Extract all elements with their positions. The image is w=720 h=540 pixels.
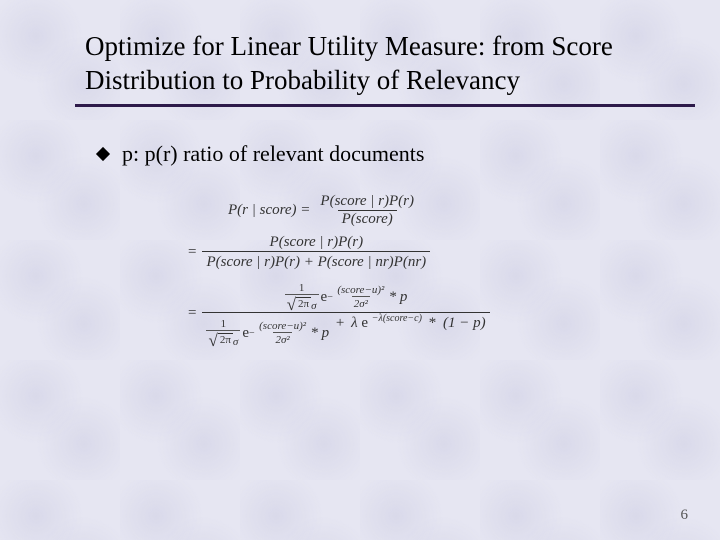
eq2-num: P(score | r)P(r) xyxy=(266,234,368,251)
eq3-fraction: 1 √ 2π σ e − xyxy=(202,279,489,348)
neg: − xyxy=(327,291,333,302)
one-minus-p: (1 − p) xyxy=(443,315,486,331)
star-op-d: * xyxy=(311,325,319,342)
lambda-var: λ xyxy=(351,315,358,331)
p-var: p xyxy=(400,289,408,306)
eq2-fraction: P(score | r)P(r) P(score | r)P(r) + P(sc… xyxy=(202,234,430,271)
gauss-coeff-bot-d: √ 2π σ xyxy=(206,330,240,348)
eq1-num: P(score | r)P(r) xyxy=(316,193,418,210)
plus-op: + xyxy=(336,315,344,331)
gauss-coeff-top-d: 1 xyxy=(219,319,229,330)
diamond-bullet-icon xyxy=(96,146,110,160)
star-op-2: * xyxy=(429,315,437,331)
gauss-coeff-top: 1 xyxy=(297,283,307,294)
page-number: 6 xyxy=(681,507,689,524)
gaussian-term-num: 1 √ 2π σ e − xyxy=(285,283,408,312)
equation-line-3: = 1 √ 2π σ xyxy=(188,279,618,348)
eq1-fraction: P(score | r)P(r) P(score) xyxy=(316,193,418,228)
e-base: e xyxy=(321,289,328,306)
gexp-num-d: (score−u)² xyxy=(257,321,308,332)
gexp-den-d: 2σ² xyxy=(273,332,291,346)
sqrt-icon: √ 2π xyxy=(287,297,311,310)
sigma: σ xyxy=(311,300,316,312)
gexp-frac: (score−u)² 2σ² xyxy=(335,285,386,310)
slide-body: p: p(r) ratio of relevant documents P(r … xyxy=(98,141,670,348)
title-block: Optimize for Linear Utility Measure: fro… xyxy=(85,30,660,107)
gexp-frac-d: (score−u)² 2σ² xyxy=(257,321,308,346)
sqrt-icon-d: √ 2π xyxy=(208,333,232,346)
eq2-den: P(score | r)P(r) + P(score | nr)P(nr) xyxy=(202,251,430,271)
eq3-eqsign: = xyxy=(188,305,196,322)
gauss-coeff-num: 1 √ 2π σ xyxy=(285,283,319,312)
gexp-num: (score−u)² xyxy=(335,285,386,296)
gauss-coeff-den: 1 √ 2π σ xyxy=(206,319,240,348)
bullet-text: p: p(r) ratio of relevant documents xyxy=(122,141,424,167)
gauss-coeff-bot: √ 2π σ xyxy=(285,294,319,312)
equation-line-1: P(r | score) = P(score | r)P(r) P(score) xyxy=(188,193,618,228)
e-base-exp: e xyxy=(361,315,368,331)
sigma-d: σ xyxy=(233,336,238,348)
eq1-lhs: P(r | score) = xyxy=(228,202,310,219)
equation-block: P(r | score) = P(score | r)P(r) P(score)… xyxy=(188,193,618,348)
neg-d: − xyxy=(249,328,255,339)
two-pi: 2π xyxy=(298,298,309,310)
eq1-den: P(score) xyxy=(338,210,397,228)
slide: Optimize for Linear Utility Measure: fro… xyxy=(0,0,720,540)
slide-title: Optimize for Linear Utility Measure: fro… xyxy=(85,30,660,98)
lambda-exponent: −λ(score−c) xyxy=(372,313,422,324)
bullet-item: p: p(r) ratio of relevant documents xyxy=(98,141,670,167)
eq3-den: 1 √ 2π σ e − xyxy=(202,312,489,348)
two-pi-d: 2π xyxy=(220,334,231,346)
eq2-eqsign: = xyxy=(188,244,196,261)
eq3-num: 1 √ 2π σ e − xyxy=(281,279,412,312)
gaussian-term-den: 1 √ 2π σ e − xyxy=(206,319,329,348)
p-var-d: p xyxy=(322,325,330,342)
equation-line-2: = P(score | r)P(r) P(score | r)P(r) + P(… xyxy=(188,234,618,271)
gexp-den: 2σ² xyxy=(352,296,370,310)
title-underline xyxy=(75,104,695,107)
gauss-exponent-num: − (score−u)² 2σ² xyxy=(327,285,386,310)
gauss-exponent-den: − (score−u)² 2σ² xyxy=(249,321,308,346)
star-op: * xyxy=(389,289,397,306)
e-base-d: e xyxy=(242,325,249,342)
